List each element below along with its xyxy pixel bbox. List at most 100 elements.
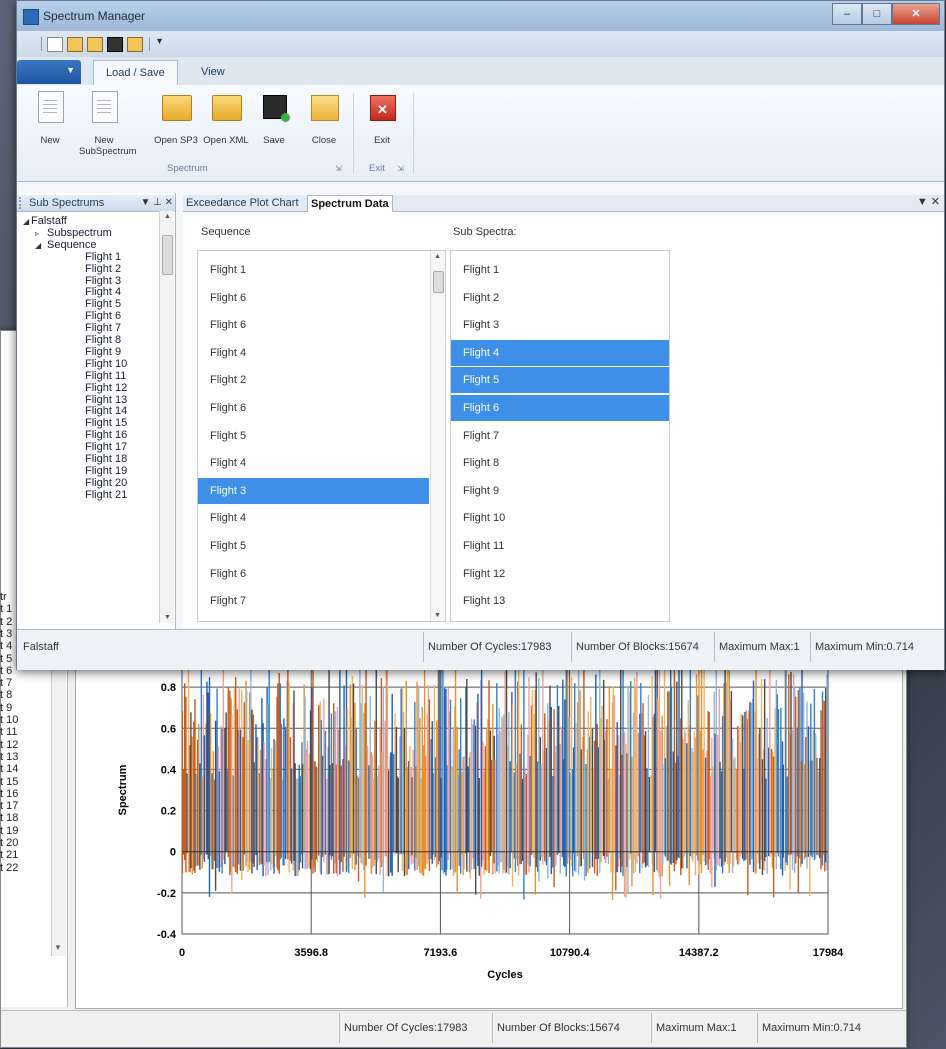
back-tree-item[interactable]: t 2 <box>0 616 12 628</box>
tree-flight-item[interactable]: Flight 13 <box>85 394 127 406</box>
sub-spectra-item[interactable]: Flight 7 <box>451 423 669 449</box>
qat-customize-icon[interactable]: ▾ <box>157 36 162 47</box>
back-tree-item[interactable]: t 20 <box>0 837 18 849</box>
back-tree-item[interactable]: t 9 <box>0 702 12 714</box>
sub-spectra-item[interactable]: Flight 13 <box>451 588 669 614</box>
scroll-down-icon[interactable]: ▼ <box>434 612 441 619</box>
back-tree-item[interactable]: t 19 <box>0 825 18 837</box>
open-folder-icon[interactable] <box>67 37 83 52</box>
title-bar[interactable]: Spectrum Manager – □ ✕ <box>17 1 944 31</box>
back-tree-item[interactable]: t 17 <box>0 800 18 812</box>
tree-scrollbar[interactable]: ▲ ▼ <box>159 211 174 623</box>
tree-flight-item[interactable]: Flight 19 <box>85 465 127 477</box>
tree-flight-item[interactable]: Flight 20 <box>85 477 127 489</box>
sequence-item[interactable]: Flight 2 <box>198 367 429 393</box>
back-tree-item[interactable]: t 7 <box>0 677 12 689</box>
close-box-icon[interactable] <box>127 37 143 52</box>
tree-flight-item[interactable]: Flight 10 <box>85 358 127 370</box>
tree-flight-item[interactable]: Flight 11 <box>85 370 126 382</box>
sequence-item[interactable]: Flight 6 <box>198 561 429 587</box>
sub-spectra-item[interactable]: Flight 5 <box>451 367 669 394</box>
group-launcher-icon[interactable]: ⇲ <box>335 164 342 173</box>
back-tree-item[interactable]: t 3 <box>0 628 12 640</box>
tree-flight-item[interactable]: Flight 18 <box>85 453 127 465</box>
tree-flight-item[interactable]: Flight 2 <box>85 263 121 275</box>
sub-spectra-item[interactable]: Flight 12 <box>451 561 669 587</box>
sequence-item[interactable]: Flight 7 <box>198 588 429 614</box>
scroll-up-icon[interactable]: ▲ <box>164 213 171 220</box>
sequence-scrollbar[interactable]: ▲ ▼ <box>430 251 445 621</box>
minimize-button[interactable]: – <box>832 3 862 25</box>
tree-root[interactable]: Falstaff <box>31 215 67 227</box>
sequence-item[interactable]: Flight 6 <box>198 312 429 338</box>
new-icon[interactable] <box>47 37 63 52</box>
tree-flight-item[interactable]: Flight 16 <box>85 429 127 441</box>
tree-flight-item[interactable]: Flight 5 <box>85 298 121 310</box>
sub-spectra-item[interactable]: Flight 1 <box>451 257 669 283</box>
application-menu-button[interactable]: ▼ <box>17 60 81 84</box>
group-launcher-icon[interactable]: ⇲ <box>397 164 404 173</box>
back-tree-item[interactable]: t 13 <box>0 751 18 763</box>
save-icon[interactable] <box>107 37 123 52</box>
sub-spectra-item[interactable]: Flight 8 <box>451 450 669 476</box>
back-tree-item[interactable]: t 14 <box>0 763 18 775</box>
back-tree-item[interactable]: t 18 <box>0 812 18 824</box>
save-button[interactable]: Save <box>249 89 299 155</box>
back-tree-item[interactable]: tr <box>0 591 7 603</box>
back-tree-item[interactable]: t 15 <box>0 776 18 788</box>
tree-sequence[interactable]: Sequence <box>47 239 97 251</box>
expand-toggle-icon[interactable]: ◢ <box>23 217 29 226</box>
tab-load-save[interactable]: Load / Save <box>93 60 178 85</box>
sub-spectra-item[interactable]: Flight 11 <box>451 533 669 559</box>
sub-spectra-item[interactable]: Flight 2 <box>451 285 669 311</box>
sub-spectra-list[interactable]: Flight 1 Flight 2 Flight 3 Flight 4 Flight 5… <box>450 250 670 622</box>
back-tree-scrollbar[interactable]: ▼ <box>51 661 66 956</box>
sub-spectra-item[interactable]: Flight 3 <box>451 312 669 338</box>
sub-spectra-item[interactable]: Flight 4 <box>451 339 669 366</box>
sequence-list[interactable]: ▲ ▼ Flight 1 Flight 6 Flight 6 Flight 4 Flig… <box>197 250 446 622</box>
drag-grip-icon[interactable] <box>19 197 29 209</box>
tree-flight-item[interactable]: Flight 21 <box>85 489 127 501</box>
close-window-button[interactable]: ✕ <box>892 3 940 25</box>
sequence-item[interactable]: Flight 5 <box>198 533 429 559</box>
tree-flight-item[interactable]: Flight 1 <box>85 251 121 263</box>
tree-flight-item[interactable]: Flight 6 <box>85 310 121 322</box>
new-button[interactable]: New <box>25 89 75 155</box>
back-tree-item[interactable]: t 11 <box>0 726 18 738</box>
sequence-item[interactable]: Flight 3 <box>198 477 429 504</box>
sub-spectra-item[interactable]: Flight 6 <box>451 395 669 421</box>
back-tree-item[interactable]: t 16 <box>0 788 18 800</box>
scroll-thumb[interactable] <box>433 271 444 293</box>
tab-spectrum-data[interactable]: Spectrum Data <box>307 195 393 212</box>
tree-flight-item[interactable]: Flight 14 <box>85 405 127 417</box>
scroll-down-icon[interactable]: ▼ <box>164 614 171 621</box>
new-subspectrum-button[interactable]: New SubSpectrum <box>79 89 137 157</box>
tree-flight-item[interactable]: Flight 15 <box>85 417 127 429</box>
maximize-button[interactable]: □ <box>862 3 892 25</box>
back-tree-item[interactable]: t 22 <box>0 862 18 874</box>
tree-flight-item[interactable]: Flight 7 <box>85 322 121 334</box>
exit-button[interactable]: Exit <box>357 89 407 155</box>
sub-spectra-item[interactable]: Flight 9 <box>451 478 669 504</box>
tree-flight-item[interactable]: Flight 17 <box>85 441 127 453</box>
pane-controls[interactable]: ▼ ⊥ ✕ <box>140 195 173 211</box>
back-tree-item[interactable]: t 6 <box>0 665 12 677</box>
expand-toggle-icon[interactable]: ◢ <box>35 241 41 250</box>
back-tree-item[interactable]: t 8 <box>0 689 12 701</box>
close-button[interactable]: Close <box>299 89 349 155</box>
scroll-thumb[interactable] <box>162 235 173 275</box>
collapse-toggle-icon[interactable]: ▹ <box>35 229 39 238</box>
tree-flight-item[interactable]: Flight 8 <box>85 334 121 346</box>
doc-tab-controls[interactable]: ▼ ✕ <box>917 195 940 208</box>
tree-flight-item[interactable]: Flight 4 <box>85 286 121 298</box>
tree-flight-item[interactable]: Flight 3 <box>85 275 121 287</box>
sequence-item[interactable]: Flight 5 <box>198 423 429 449</box>
back-tree-item[interactable]: t 1 <box>0 603 12 615</box>
scroll-up-icon[interactable]: ▲ <box>434 253 441 260</box>
sub-spectra-item[interactable]: Flight 10 <box>451 505 669 531</box>
back-tree-item[interactable]: t 21 <box>0 849 18 861</box>
open-xml-button[interactable]: Open XML <box>201 89 251 155</box>
sequence-item[interactable]: Flight 4 <box>198 450 429 476</box>
open-sp3-button[interactable]: Open SP3 <box>151 89 201 155</box>
back-tree-item[interactable]: t 12 <box>0 739 18 751</box>
